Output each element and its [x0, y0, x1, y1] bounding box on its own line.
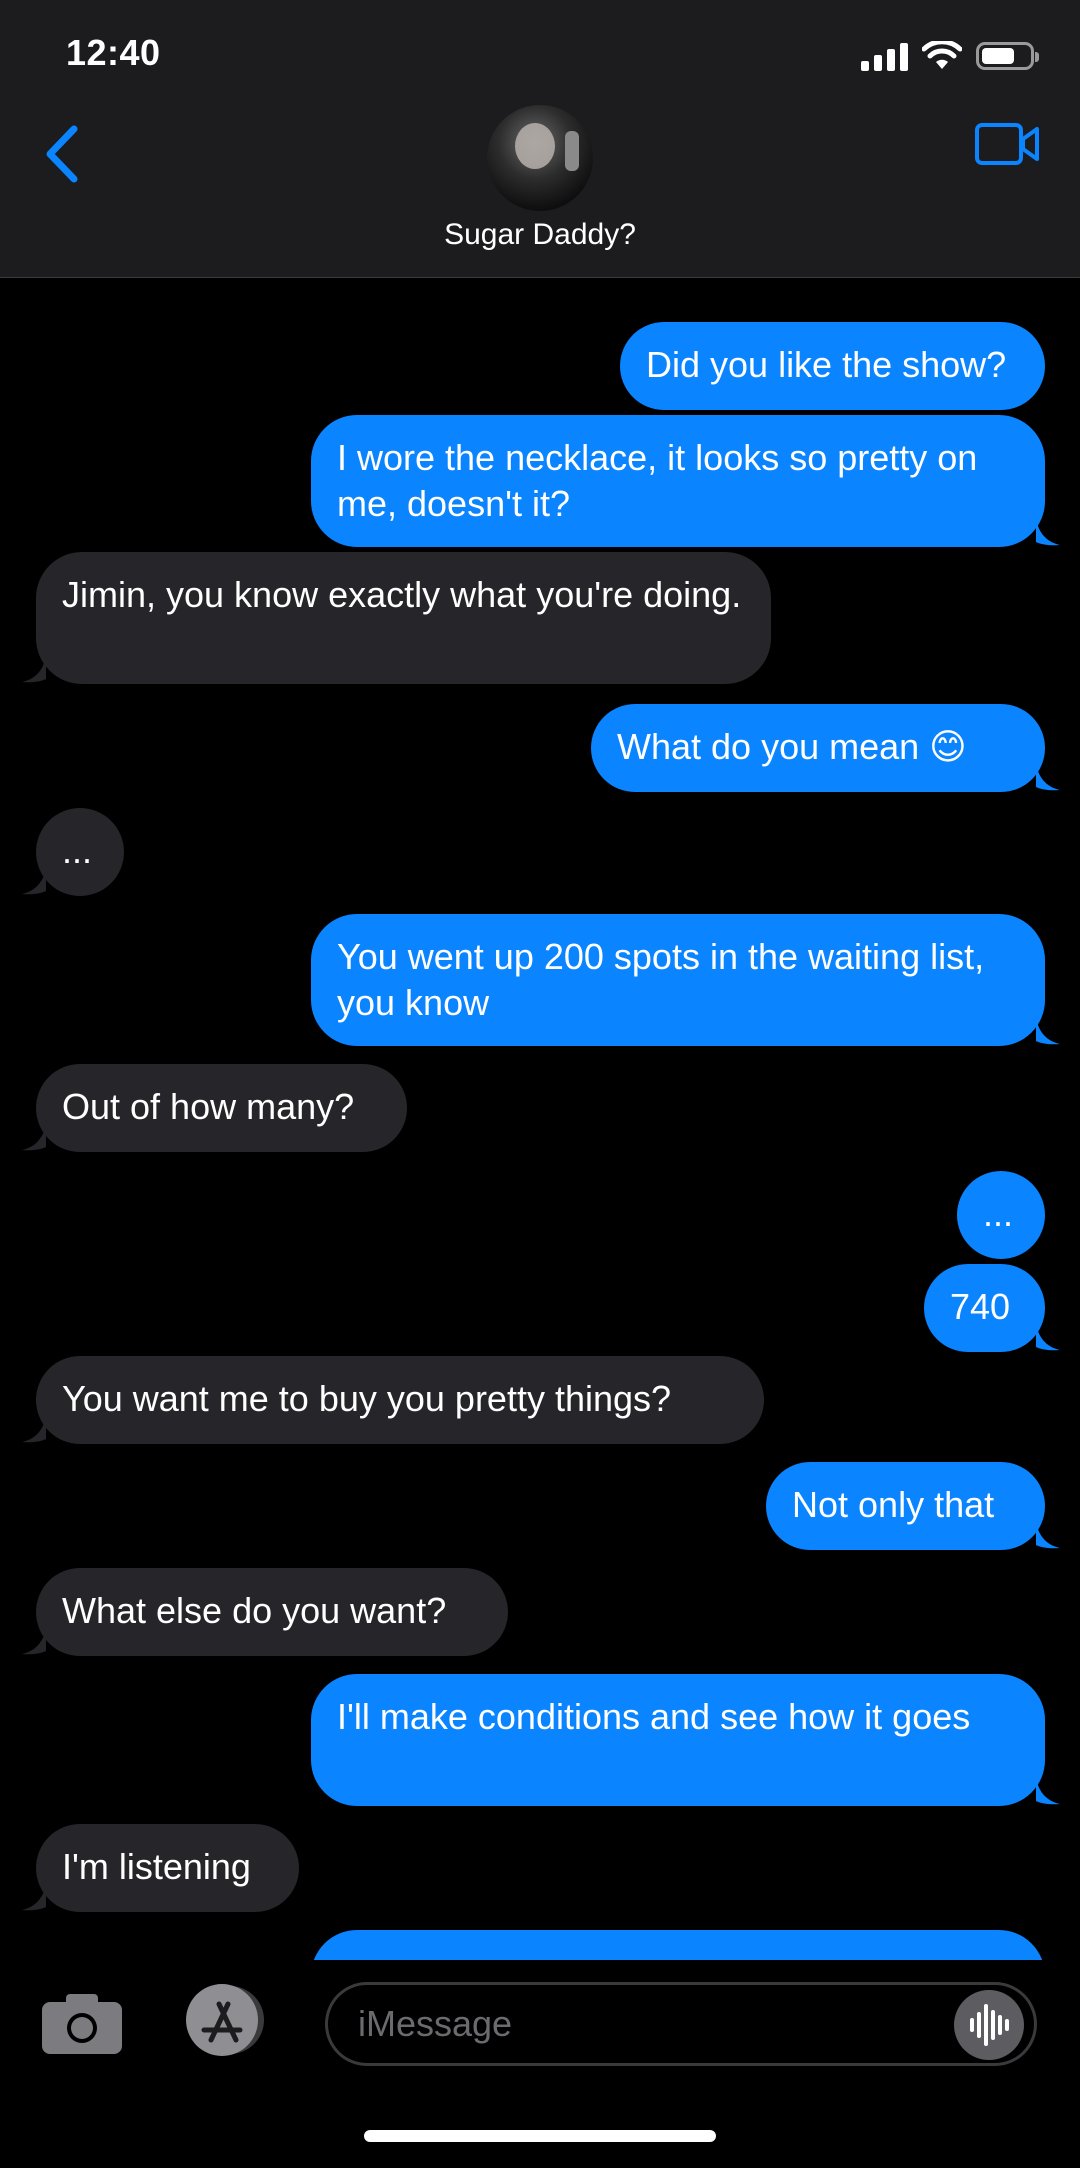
bubble-tail	[1036, 1777, 1060, 1805]
bubble-tail	[22, 1883, 46, 1911]
home-indicator[interactable]	[364, 2130, 716, 2142]
camera-button[interactable]	[40, 1990, 124, 2056]
back-button[interactable]	[38, 119, 88, 189]
video-camera-icon	[975, 123, 1039, 165]
wifi-icon	[922, 41, 962, 69]
incoming-message[interactable]: You want me to buy you pretty things?	[36, 1356, 764, 1444]
bubble-tail	[22, 1123, 46, 1151]
outgoing-message[interactable]: What do you mean 😊	[591, 704, 1045, 792]
incoming-message[interactable]: What else do you want?	[36, 1568, 508, 1656]
outgoing-message[interactable]: I'll make conditions and see how it goes	[311, 1674, 1045, 1806]
status-icons	[861, 36, 1039, 76]
bubble-tail	[22, 1415, 46, 1443]
app-store-button[interactable]	[178, 1984, 272, 2056]
app-store-icon	[186, 1984, 264, 2056]
status-bar: 12:40	[0, 0, 1080, 105]
video-call-button[interactable]	[974, 119, 1040, 169]
outgoing-message[interactable]: Not only that	[766, 1462, 1045, 1550]
camera-icon	[42, 1994, 122, 2054]
outgoing-message[interactable]: Did you like the show?	[620, 322, 1045, 410]
outgoing-message[interactable]: You went up 200 spots in the waiting lis…	[311, 914, 1045, 1046]
bubble-tail	[1036, 518, 1060, 546]
signal-icon	[861, 41, 908, 71]
bubble-tail	[1036, 1323, 1060, 1351]
bubble-tail	[22, 655, 46, 683]
message-thread[interactable]: Did you like the show? I wore the neckla…	[0, 278, 1080, 1960]
outgoing-message-partial[interactable]	[311, 1930, 1045, 1960]
bubble-tail	[1036, 763, 1060, 791]
outgoing-message[interactable]: 740	[924, 1264, 1045, 1352]
contact-avatar[interactable]	[487, 105, 593, 211]
message-input-placeholder: iMessage	[358, 2003, 513, 2044]
conversation-header: Sugar Daddy?	[0, 105, 1080, 278]
incoming-message[interactable]: ...	[36, 808, 124, 896]
incoming-message[interactable]: I'm listening	[36, 1824, 299, 1912]
waveform-icon	[970, 2004, 1009, 2046]
bubble-tail	[1036, 1017, 1060, 1045]
status-time: 12:40	[66, 32, 161, 73]
contact-name[interactable]: Sugar Daddy?	[0, 218, 1080, 252]
chevron-left-icon	[46, 125, 78, 183]
bubble-tail	[1036, 1521, 1060, 1549]
voice-message-button[interactable]	[954, 1990, 1024, 2060]
outgoing-message[interactable]: ...	[957, 1171, 1045, 1259]
bubble-tail	[22, 867, 46, 895]
incoming-message[interactable]: Out of how many?	[36, 1064, 407, 1152]
message-input[interactable]: iMessage	[325, 1982, 1037, 2066]
bubble-tail	[22, 1627, 46, 1655]
incoming-message[interactable]: Jimin, you know exactly what you're doin…	[36, 552, 771, 684]
battery-icon	[976, 42, 1039, 70]
outgoing-message[interactable]: I wore the necklace, it looks so pretty …	[311, 415, 1045, 547]
